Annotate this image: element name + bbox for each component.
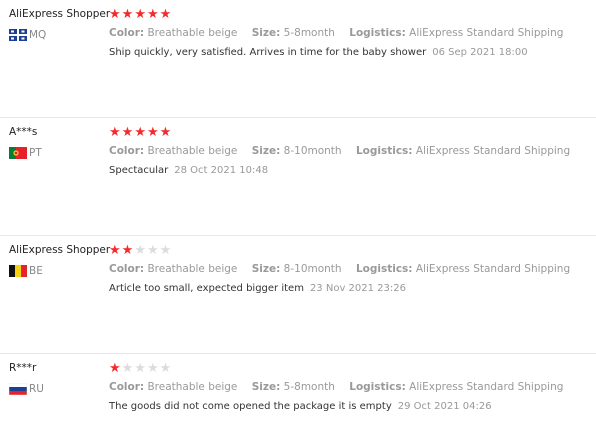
review-date: 23 Nov 2021 23:26 — [309, 283, 406, 294]
reviewer-name: R***r — [9, 362, 37, 374]
reviewer-country: MQ — [9, 29, 46, 41]
logistics-value: AliExpress Standard Shipping — [409, 381, 564, 393]
color-value: Breathable beige — [147, 263, 238, 275]
star-icon: ★ — [134, 243, 146, 258]
size-value: 8-10month — [283, 145, 342, 157]
size-value: 5-8month — [283, 27, 335, 39]
star-icon: ★ — [146, 361, 159, 376]
country-code: BE — [29, 265, 43, 277]
color-label: Color: — [109, 27, 145, 39]
reviewer-country: RU — [9, 383, 44, 395]
color-value: Breathable beige — [147, 145, 238, 157]
review-item: R***r RU ★ ★ ★ ★ ★ Color: Breathable bei… — [0, 354, 596, 435]
review-attributes: Color: Breathable beige Size: 8-10month … — [109, 263, 581, 275]
star-icon: ★ — [146, 243, 159, 258]
color-value: Breathable beige — [147, 381, 238, 393]
star-icon: ★ — [146, 125, 159, 140]
review-attributes: Color: Breathable beige Size: 5-8month L… — [109, 27, 574, 39]
star-icon: ★ — [159, 361, 172, 376]
star-icon: ★ — [134, 7, 146, 22]
review-text-row: Article too small, expected bigger item 2… — [109, 283, 406, 294]
logistics-value: AliExpress Standard Shipping — [415, 263, 571, 275]
star-icon: ★ — [109, 361, 121, 376]
star-icon: ★ — [159, 125, 172, 140]
size-label: Size: — [251, 263, 281, 275]
star-rating: ★ ★ ★ ★ ★ — [109, 244, 171, 257]
country-code: RU — [29, 383, 44, 395]
reviewer-name: A***s — [9, 126, 38, 138]
review-text: Article too small, expected bigger item — [109, 283, 304, 294]
review-text-row: The goods did not come opened the packag… — [109, 401, 492, 412]
country-code: PT — [29, 147, 42, 159]
review-text: Ship quickly, very satisfied. Arrives in… — [109, 47, 427, 58]
size-label: Size: — [251, 145, 281, 157]
color-label: Color: — [109, 381, 145, 393]
reviewer-name: AliExpress Shopper — [9, 244, 111, 256]
reviewer-country: BE — [9, 265, 43, 277]
be-flag-icon — [9, 265, 27, 277]
color-value: Breathable beige — [147, 27, 238, 39]
star-icon: ★ — [109, 125, 121, 140]
star-icon: ★ — [159, 7, 172, 22]
country-code: MQ — [29, 29, 47, 41]
star-icon: ★ — [159, 243, 172, 258]
logistics-label: Logistics: — [349, 27, 406, 39]
reviewer-country: PT — [9, 147, 42, 159]
star-icon: ★ — [121, 243, 134, 258]
review-date: 06 Sep 2021 18:00 — [432, 47, 528, 58]
review-date: 29 Oct 2021 04:26 — [397, 401, 492, 412]
review-item: AliExpress Shopper BE ★ ★ ★ ★ ★ Color: B… — [0, 236, 596, 354]
review-text-row: Spectacular 28 Oct 2021 10:48 — [109, 165, 268, 176]
color-label: Color: — [109, 145, 145, 157]
star-icon: ★ — [134, 125, 146, 140]
star-icon: ★ — [109, 243, 121, 258]
logistics-value: AliExpress Standard Shipping — [409, 27, 564, 39]
size-label: Size: — [251, 27, 281, 39]
star-icon: ★ — [146, 7, 159, 22]
logistics-label: Logistics: — [349, 381, 406, 393]
review-attributes: Color: Breathable beige Size: 8-10month … — [109, 145, 581, 157]
reviewer-name: AliExpress Shopper — [9, 8, 111, 20]
review-text-row: Ship quickly, very satisfied. Arrives in… — [109, 47, 528, 58]
star-rating: ★ ★ ★ ★ ★ — [109, 362, 171, 375]
mq-flag-icon — [9, 29, 27, 41]
logistics-label: Logistics: — [355, 145, 413, 157]
review-item: AliExpress Shopper MQ ★ ★ ★ ★ ★ Color: B… — [0, 0, 596, 118]
star-icon: ★ — [109, 7, 121, 22]
pt-flag-icon — [9, 147, 27, 159]
logistics-value: AliExpress Standard Shipping — [415, 145, 571, 157]
ru-flag-icon — [9, 383, 27, 395]
star-rating: ★ ★ ★ ★ ★ — [109, 8, 171, 21]
review-date: 28 Oct 2021 10:48 — [174, 165, 269, 176]
star-icon: ★ — [121, 125, 134, 140]
star-icon: ★ — [121, 361, 134, 376]
logistics-label: Logistics: — [355, 263, 413, 275]
review-item: A***s PT ★ ★ ★ ★ ★ Color: Breathable bei… — [0, 118, 596, 236]
star-icon: ★ — [134, 361, 146, 376]
review-attributes: Color: Breathable beige Size: 5-8month L… — [109, 381, 574, 393]
review-text: The goods did not come opened the packag… — [109, 401, 392, 412]
color-label: Color: — [109, 263, 145, 275]
size-value: 8-10month — [283, 263, 342, 275]
star-icon: ★ — [121, 7, 134, 22]
size-value: 5-8month — [283, 381, 335, 393]
star-rating: ★ ★ ★ ★ ★ — [109, 126, 171, 139]
review-text: Spectacular — [109, 165, 169, 176]
size-label: Size: — [251, 381, 281, 393]
